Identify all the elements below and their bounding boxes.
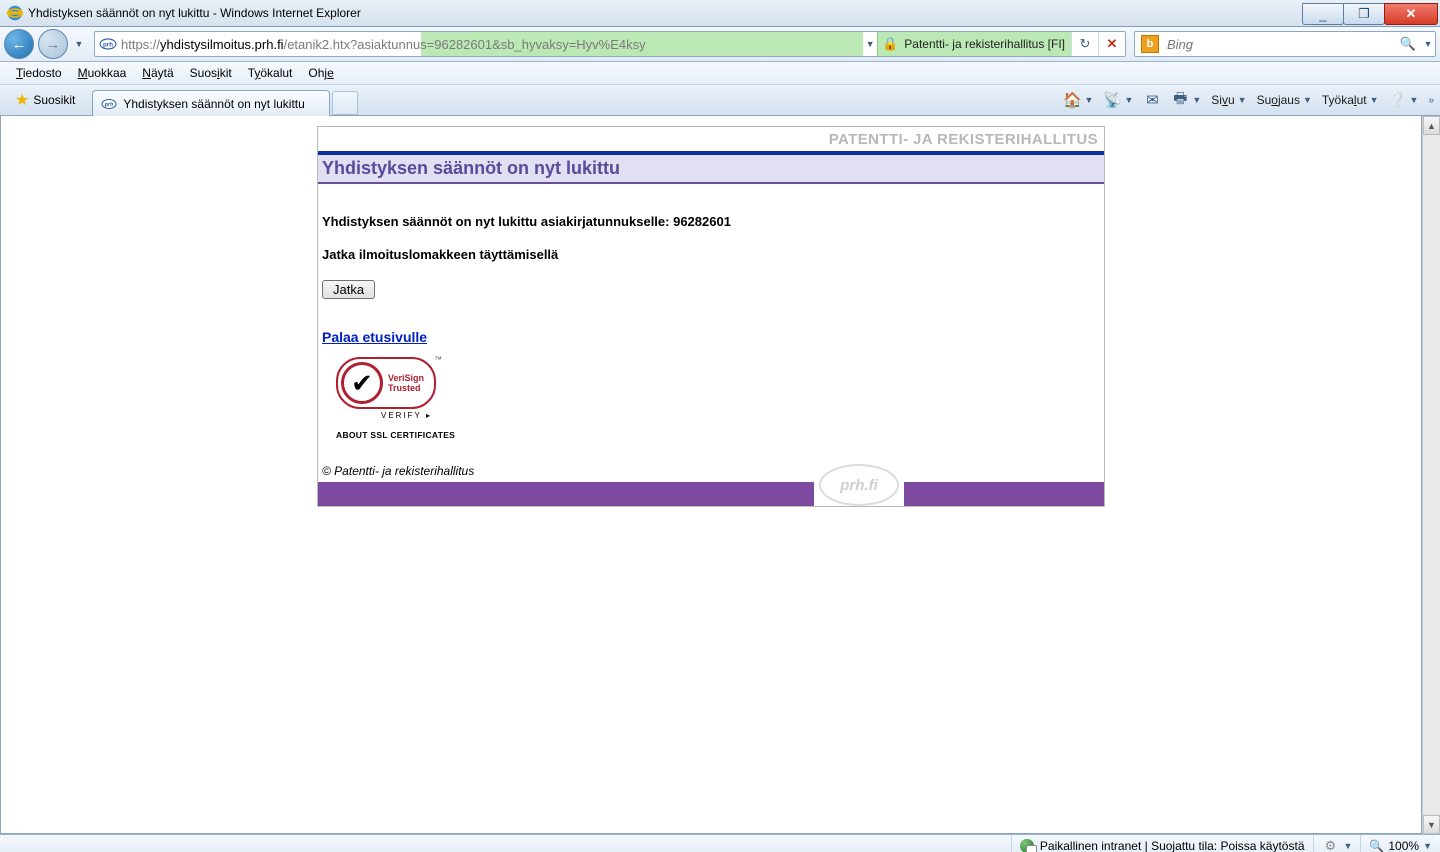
trademark-icon: ™ — [434, 355, 442, 364]
locked-message: Yhdistyksen säännöt on nyt lukittu asiak… — [322, 214, 1100, 229]
zoom-value: 100% — [1388, 839, 1419, 852]
verisign-line1: VeriSign — [388, 373, 424, 383]
navigation-bar: ← → ▼ prh https://yhdistysilmoitus.prh.f… — [0, 27, 1440, 62]
print-button[interactable]: 🖶▼ — [1167, 88, 1205, 112]
continue-message: Jatka ilmoituslomakkeen täyttämisellä — [322, 247, 1100, 262]
verisign-line2: Trusted — [388, 383, 424, 393]
menu-favorites[interactable]: Suosikit — [182, 62, 240, 84]
browser-viewport: PATENTTI- JA REKISTERIHALLITUS Yhdistyks… — [0, 116, 1440, 834]
protected-mode-toggle[interactable]: ⚙ ▼ — [1313, 835, 1361, 852]
browser-tab-active[interactable]: prh Yhdistyksen säännöt on nyt lukittu — [92, 90, 329, 117]
refresh-button[interactable]: ↻ — [1071, 32, 1098, 56]
org-header: PATENTTI- JA REKISTERIHALLITUS — [318, 127, 1104, 151]
maximize-button[interactable]: ❐ — [1343, 3, 1385, 25]
tab-title: Yhdistyksen säännöt on nyt lukittu — [123, 97, 304, 111]
scroll-down-button[interactable]: ▼ — [1423, 815, 1440, 834]
prh-logo: prh.fi — [819, 464, 899, 506]
status-bar: Paikallinen intranet | Suojattu tila: Po… — [0, 834, 1440, 852]
menu-help[interactable]: Ohje — [300, 62, 341, 84]
site-icon: prh — [99, 35, 117, 53]
vertical-scrollbar[interactable]: ▲ ▼ — [1422, 116, 1440, 834]
tab-icon: prh — [101, 96, 117, 112]
recent-pages-dropdown[interactable]: ▼ — [72, 39, 86, 49]
favorites-label: Suosikit — [33, 93, 75, 107]
verisign-about[interactable]: ABOUT SSL CERTIFICATES — [336, 430, 1100, 440]
search-button[interactable]: 🔍 — [1395, 36, 1421, 52]
mail-icon: ✉ — [1143, 91, 1161, 109]
scroll-up-button[interactable]: ▲ — [1423, 116, 1440, 135]
search-provider-dropdown[interactable]: ▼ — [1421, 39, 1435, 49]
page-heading: Yhdistyksen säännöt on nyt lukittu — [318, 155, 1104, 184]
help-icon: ❔ — [1389, 91, 1407, 109]
safety-menu[interactable]: Suojaus▼ — [1253, 88, 1316, 112]
favorites-bar: ★ Suosikit prh Yhdistyksen säännöt on ny… — [0, 85, 1440, 116]
menu-view[interactable]: Näytä — [134, 62, 181, 84]
page-body: PATENTTI- JA REKISTERIHALLITUS Yhdistyks… — [0, 116, 1422, 834]
security-label: Patentti- ja rekisterihallitus [FI] — [904, 37, 1065, 51]
command-overflow[interactable]: » — [1428, 95, 1434, 106]
zoom-control[interactable]: 🔍 100% ▼ — [1360, 835, 1440, 852]
home-link[interactable]: Palaa etusivulle — [322, 329, 427, 345]
content-container: PATENTTI- JA REKISTERIHALLITUS Yhdistyks… — [317, 126, 1105, 507]
back-button[interactable]: ← — [4, 29, 34, 59]
star-icon: ★ — [15, 90, 29, 110]
bing-icon: b — [1141, 35, 1159, 53]
copyright: © Patentti- ja rekisterihallitus — [318, 450, 1104, 482]
window-title: Yhdistyksen säännöt on nyt lukittu - Win… — [28, 6, 361, 20]
continue-button[interactable]: Jatka — [322, 280, 375, 299]
protected-mode-icon: ⚙ — [1322, 837, 1340, 852]
read-mail-button[interactable]: ✉ — [1139, 88, 1165, 112]
command-bar: 🏠▼ 📡▼ ✉ 🖶▼ Sivu▼ Suojaus▼ Työkalut▼ ❔▼ » — [1060, 88, 1434, 112]
search-box[interactable]: b 🔍 ▼ — [1134, 31, 1436, 57]
security-status[interactable]: 🔒 Patentti- ja rekisterihallitus [FI] — [877, 32, 1071, 56]
home-icon: 🏠 — [1064, 91, 1082, 109]
search-input[interactable] — [1165, 33, 1395, 55]
verisign-seal[interactable]: ™ ✔ VeriSign Trusted VERIFY ▸ ABOUT SSL … — [336, 357, 1100, 440]
forward-button[interactable]: → — [38, 29, 68, 59]
menu-tools[interactable]: Työkalut — [240, 62, 301, 84]
print-icon: 🖶 — [1171, 91, 1189, 109]
svg-text:prh: prh — [103, 41, 113, 48]
tools-menu[interactable]: Työkalut▼ — [1318, 88, 1383, 112]
feeds-button[interactable]: 📡▼ — [1099, 88, 1137, 112]
minimize-button[interactable]: _ — [1302, 3, 1344, 25]
ie-icon — [6, 4, 24, 22]
footer-stripe-right — [904, 482, 1104, 506]
close-button[interactable]: ✕ — [1384, 3, 1438, 25]
lock-icon: 🔒 — [882, 36, 898, 52]
menu-bar: Tiedosto Muokkaa Näytä Suosikit Työkalut… — [0, 62, 1440, 85]
rss-icon: 📡 — [1103, 91, 1121, 109]
zoom-icon: 🔍 — [1369, 839, 1384, 852]
zone-icon — [1020, 839, 1034, 852]
address-history-dropdown[interactable]: ▼ — [863, 39, 877, 49]
help-button[interactable]: ❔▼ — [1385, 88, 1423, 112]
page-content: Yhdistyksen säännöt on nyt lukittu asiak… — [318, 184, 1104, 450]
stop-button[interactable]: ✕ — [1098, 32, 1125, 56]
favorites-button[interactable]: ★ Suosikit — [6, 87, 84, 113]
footer-bar: prh.fi — [318, 482, 1104, 506]
new-tab-button[interactable] — [332, 91, 358, 115]
window-title-bar: Yhdistyksen säännöt on nyt lukittu - Win… — [0, 0, 1440, 27]
menu-edit[interactable]: Muokkaa — [70, 62, 135, 84]
menu-file[interactable]: Tiedosto — [8, 62, 70, 84]
security-zone[interactable]: Paikallinen intranet | Suojattu tila: Po… — [1011, 835, 1313, 852]
footer-stripe-left — [318, 482, 814, 506]
address-bar[interactable]: prh https://yhdistysilmoitus.prh.fi/etan… — [94, 31, 1126, 57]
checkmark-icon: ✔ — [341, 362, 383, 404]
svg-text:prh: prh — [105, 102, 115, 108]
home-button[interactable]: 🏠▼ — [1060, 88, 1098, 112]
page-menu[interactable]: Sivu▼ — [1207, 88, 1250, 112]
zone-label: Paikallinen intranet | Suojattu tila: Po… — [1040, 839, 1305, 852]
verisign-verify: VERIFY ▸ — [336, 411, 432, 420]
address-text[interactable]: https://yhdistysilmoitus.prh.fi/etanik2.… — [121, 32, 863, 56]
